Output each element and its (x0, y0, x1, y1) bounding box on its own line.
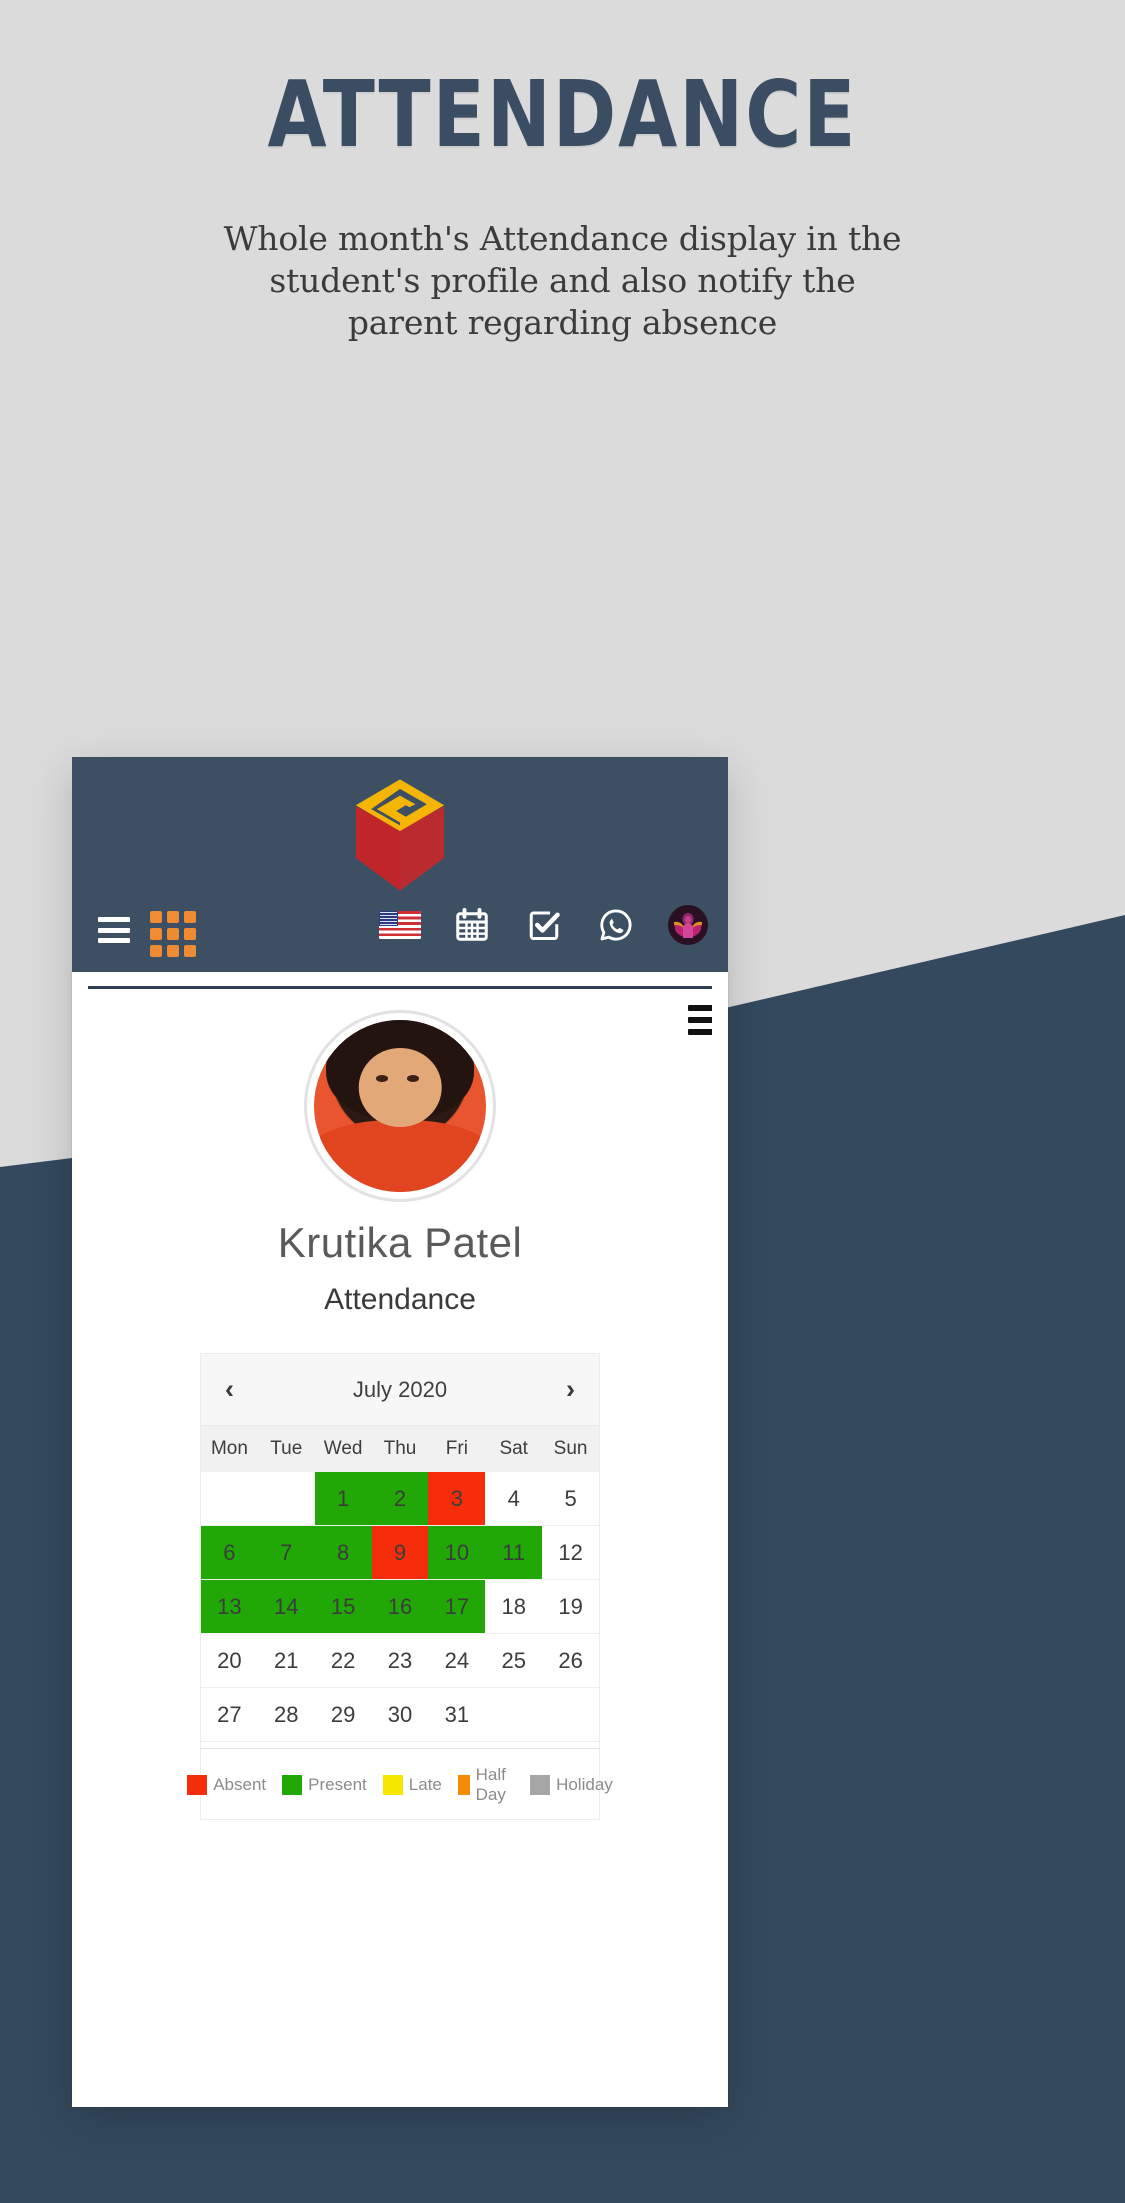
calendar-weekday: Sun (553, 1438, 588, 1459)
legend-item: Absent (187, 1775, 266, 1795)
page-subtitle: Whole month's Attendance display in the … (223, 219, 902, 342)
calendar-day-cell[interactable]: 23 (371, 1634, 429, 1688)
calendar-day-cell[interactable]: 19 (542, 1580, 599, 1634)
apps-grid-icon[interactable] (150, 911, 196, 957)
calendar-day-cell[interactable]: 17 (428, 1580, 486, 1634)
legend-swatch (457, 1775, 470, 1795)
calendar-cell-empty (257, 1472, 315, 1526)
calendar-weekday: Wed (323, 1438, 363, 1459)
calendar-day-cell[interactable]: 14 (257, 1580, 315, 1634)
calendar-day-cell[interactable]: 5 (542, 1472, 599, 1526)
legend-swatch (530, 1775, 551, 1795)
page-root: ATTENDANCE Whole month's Attendance disp… (0, 0, 1125, 2203)
attendance-calendar: ‹ July 2020 › Mon Tue Wed Thu Fri Sat Sun 1234… (187, 1353, 613, 1820)
calendar-day-cell[interactable]: 9 (371, 1526, 429, 1580)
app-screen: Krutika Patel Attendance ‹ July 2020 › M… (88, 986, 712, 2107)
legend-label: Half Day (475, 1765, 506, 1804)
calendar-day-cell[interactable]: 25 (485, 1634, 543, 1688)
calendar-day-cell[interactable]: 28 (257, 1688, 315, 1742)
calendar-day-cell[interactable]: 22 (314, 1634, 372, 1688)
calendar-day-cell[interactable]: 6 (201, 1526, 258, 1580)
calendar-day-cell[interactable]: 16 (371, 1580, 429, 1634)
screen-hamburger-icon[interactable] (688, 1005, 712, 1035)
calendar-cell-empty (201, 1472, 258, 1526)
legend-item: Half Day (457, 1765, 514, 1805)
calendar-day-cell[interactable]: 26 (542, 1634, 599, 1688)
legend-label: Absent (213, 1775, 267, 1794)
calendar-day-cell[interactable]: 7 (257, 1526, 315, 1580)
legend-label: Late (408, 1775, 442, 1794)
legend-swatch (382, 1775, 403, 1795)
calendar-day-cell[interactable]: 31 (428, 1688, 486, 1742)
legend-label: Present (308, 1775, 367, 1794)
legend-label: Holiday (556, 1775, 613, 1794)
calendar-day-cell[interactable]: 8 (314, 1526, 372, 1580)
app-header-bar (72, 757, 728, 972)
calendar-icon[interactable] (450, 903, 494, 947)
calendar-day-cell[interactable]: 4 (485, 1472, 543, 1526)
calendar-day-cell[interactable]: 24 (428, 1634, 486, 1688)
page-headline: ATTENDANCE (267, 62, 858, 169)
calendar-day-cell[interactable]: 12 (542, 1526, 599, 1580)
lotus-avatar-icon[interactable] (666, 903, 710, 947)
header-icon-group (378, 903, 710, 947)
student-name: Krutika Patel (277, 1219, 523, 1266)
section-label: Attendance (324, 1283, 476, 1316)
calendar-cell-empty (542, 1688, 599, 1742)
calendar-weekday: Tue (270, 1438, 303, 1459)
checkbox-icon[interactable] (522, 903, 566, 947)
calendar-day-cell[interactable]: 18 (485, 1580, 543, 1634)
header-controls-row (72, 899, 728, 969)
calendar-day-cell[interactable]: 30 (371, 1688, 429, 1742)
legend-swatch (282, 1775, 303, 1795)
avatar (307, 1013, 493, 1199)
prev-month-button[interactable]: ‹ (225, 1376, 234, 1403)
us-flag-icon[interactable] (378, 903, 422, 947)
calendar-day-cell[interactable]: 1 (314, 1472, 372, 1526)
attendance-legend: Absent Present Late Half Day Holiday (187, 1748, 613, 1819)
calendar-day-grid: 1 2 3 4 5 6 7 8 9 10 11 12 13 14 15 16 17 18 19 20 21 22 23 24 2… (201, 1472, 599, 1742)
calendar-day-cell[interactable]: 29 (314, 1688, 372, 1742)
calendar-day-cell[interactable]: 10 (428, 1526, 486, 1580)
next-month-button[interactable]: › (566, 1376, 575, 1403)
legend-item: Holiday (530, 1775, 613, 1795)
calendar-weekday: Mon (210, 1438, 248, 1459)
calendar-month-title: July 2020 (352, 1376, 448, 1402)
whatsapp-icon[interactable] (594, 903, 638, 947)
calendar-day-cell[interactable]: 15 (314, 1580, 372, 1634)
calendar-weekday: Fri (445, 1438, 468, 1459)
cube-logo[interactable] (352, 775, 448, 895)
calendar-day-cell[interactable]: 20 (201, 1634, 258, 1688)
legend-swatch (187, 1775, 208, 1795)
calendar-day-cell[interactable]: 13 (201, 1580, 258, 1634)
calendar-day-cell[interactable]: 27 (201, 1688, 258, 1742)
calendar-day-cell[interactable]: 21 (257, 1634, 315, 1688)
calendar-day-cell[interactable]: 3 (428, 1472, 486, 1526)
device-mockup: Krutika Patel Attendance ‹ July 2020 › M… (72, 757, 728, 2107)
calendar-weekday: Thu (383, 1438, 417, 1459)
calendar-weekday-row: Mon Tue Wed Thu Fri Sat Sun (201, 1426, 599, 1472)
legend-item: Present (282, 1775, 367, 1795)
device-body: Krutika Patel Attendance ‹ July 2020 › M… (72, 972, 728, 2107)
calendar-weekday: Sat (499, 1438, 528, 1459)
calendar-cell-empty (485, 1688, 543, 1742)
legend-item: Late (382, 1775, 442, 1795)
hamburger-icon[interactable] (98, 917, 130, 943)
calendar-header: ‹ July 2020 › (201, 1354, 599, 1426)
calendar-day-cell[interactable]: 2 (371, 1472, 429, 1526)
calendar-day-cell[interactable]: 11 (485, 1526, 543, 1580)
